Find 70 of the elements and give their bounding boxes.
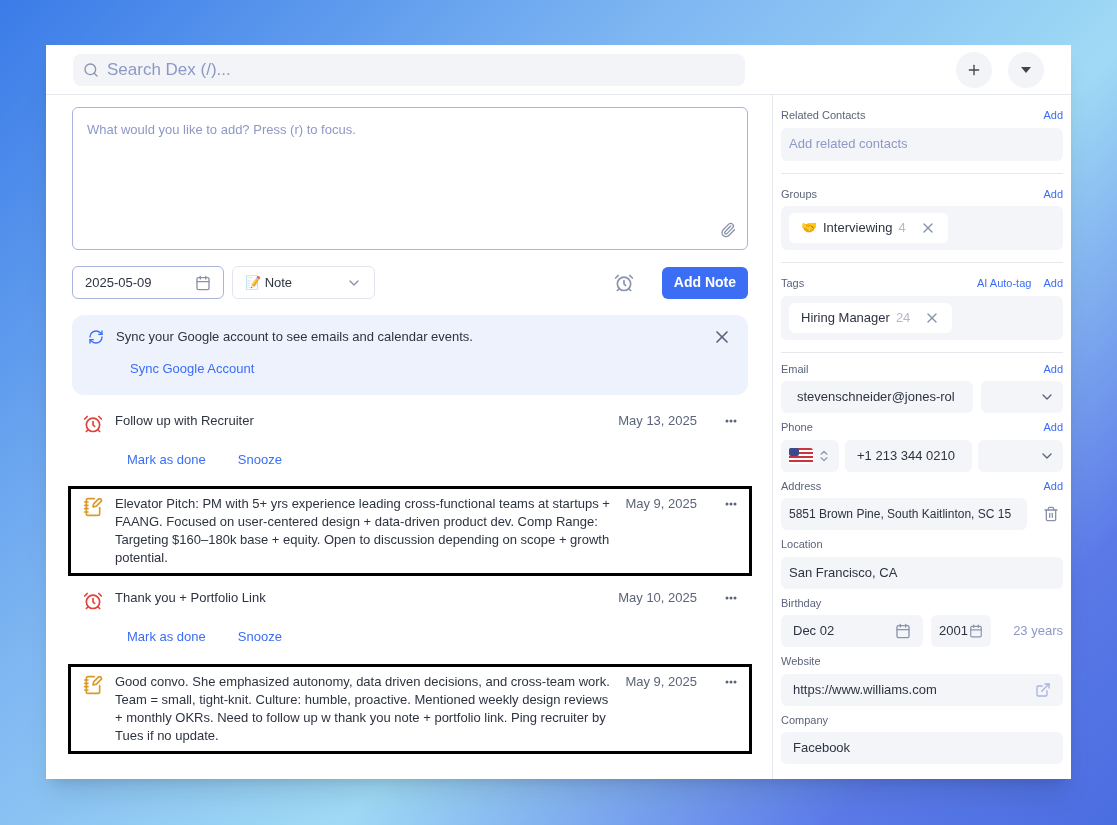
alarm-clock-icon[interactable] <box>613 272 634 293</box>
company-field[interactable]: Facebook <box>781 732 1063 764</box>
type-select[interactable]: 📝 Note <box>232 266 375 299</box>
sync-message: Sync your Google account to see emails and calendar events. <box>116 328 474 347</box>
note-input[interactable]: What would you like to add? Press (r) to focus. <box>72 107 748 250</box>
address-field[interactable]: 5851 Brown Pine, South Kaitlinton, SC 15 <box>781 498 1027 530</box>
location-field[interactable]: San Francisco, CA <box>781 556 1063 589</box>
auto-tag-link[interactable]: AI Auto-tag <box>977 275 1032 292</box>
sync-account-link[interactable]: Sync Google Account <box>130 359 255 379</box>
alarm-clock-icon <box>83 413 103 434</box>
paperclip-icon[interactable] <box>720 222 736 238</box>
field-label: Tags <box>781 276 805 291</box>
calendar-icon <box>969 624 983 638</box>
alarm-clock-icon <box>83 591 103 611</box>
add-link[interactable]: Add <box>1043 360 1063 377</box>
country-select[interactable] <box>781 439 839 472</box>
field-label: Company <box>781 712 829 728</box>
group-chip[interactable]: 🤝 Interviewing 4 <box>789 213 948 243</box>
notepad-pencil-icon <box>83 674 103 695</box>
calendar-icon <box>895 623 911 639</box>
tag-chip[interactable]: Hiring Manager 24 <box>789 302 953 333</box>
more-icon[interactable] <box>725 418 737 423</box>
notepad-pencil-icon <box>83 497 103 517</box>
entry-date: May 10, 2025 <box>618 589 697 607</box>
field-label: Phone <box>781 420 813 435</box>
entry-text: Elevator Pitch: PM with 5+ yrs experience leading cross-functional teams at startups + FAANG. Focused on user-centered design + data-driven product dev. Comp Range: Targeting $160–180k base + equity. Open to discussion depending on scope + growth potential. <box>115 495 611 567</box>
mark-done-link[interactable]: Mark as done <box>127 449 206 469</box>
flag-icon <box>789 447 813 464</box>
entry-date: May 9, 2025 <box>625 672 697 691</box>
field-label: Groups <box>781 186 818 202</box>
add-link[interactable]: Add <box>1043 107 1063 124</box>
add-note-button[interactable]: Add Note <box>661 266 748 299</box>
entry-text: Follow up with Recruiter <box>115 411 255 430</box>
phone-field[interactable]: +1 213 344 0210 <box>845 439 972 472</box>
related-contacts-field[interactable]: Add related contacts <box>781 127 1063 161</box>
entry-text: Good convo. She emphasized autonomy, data driven decisions, and cross-team work. Team = small, tight-knit. Culture: humble, proactive. Mentioned weekly design reviews + monthly OKRs. Need to follow up w thank you note + portfolio link. Ping recruiter by Tues if no update. <box>115 672 611 745</box>
add-link[interactable]: Add <box>1043 477 1063 494</box>
field-label: Address <box>781 478 822 494</box>
mark-done-link[interactable]: Mark as done <box>127 627 206 647</box>
snooze-link[interactable]: Snooze <box>237 449 282 469</box>
add-link[interactable]: Add <box>1043 419 1063 436</box>
field-label: Email <box>781 361 809 377</box>
search-icon <box>83 61 99 78</box>
dropdown-button[interactable] <box>1008 51 1044 88</box>
email-field[interactable]: stevenschneider@jones-rol <box>781 381 973 413</box>
caret-icon <box>1021 66 1031 73</box>
date-field[interactable]: 2025-05-09 <box>72 266 224 299</box>
entry-date: May 13, 2025 <box>618 411 697 430</box>
website-field[interactable]: https://www.williams.com <box>781 673 1063 706</box>
field-label: Website <box>781 654 821 669</box>
more-icon[interactable] <box>725 679 737 684</box>
entry-date: May 9, 2025 <box>625 495 697 513</box>
snooze-link[interactable]: Snooze <box>237 627 282 647</box>
sync-icon <box>88 329 104 345</box>
more-icon[interactable] <box>725 502 737 506</box>
add-link[interactable]: Add <box>1043 185 1063 202</box>
more-icon[interactable] <box>725 596 737 600</box>
age-text: 23 years <box>1013 622 1063 641</box>
search-bar[interactable]: Search Dex (/)... <box>73 53 745 86</box>
entry-text: Thank you + Portfolio Link <box>115 589 267 607</box>
add-link[interactable]: Add <box>1043 275 1063 292</box>
birthday-date-field[interactable]: Dec 02 <box>781 615 923 647</box>
search-input[interactable]: Search Dex (/)... <box>107 56 735 83</box>
birthday-year-field[interactable]: 2001 <box>931 615 991 647</box>
add-button[interactable] <box>956 51 992 88</box>
calendar-icon <box>195 274 211 291</box>
field-label: Related Contacts <box>781 108 866 123</box>
field-label: Birthday <box>781 595 822 611</box>
trash-icon[interactable] <box>1043 506 1059 522</box>
field-label: Location <box>781 537 823 552</box>
